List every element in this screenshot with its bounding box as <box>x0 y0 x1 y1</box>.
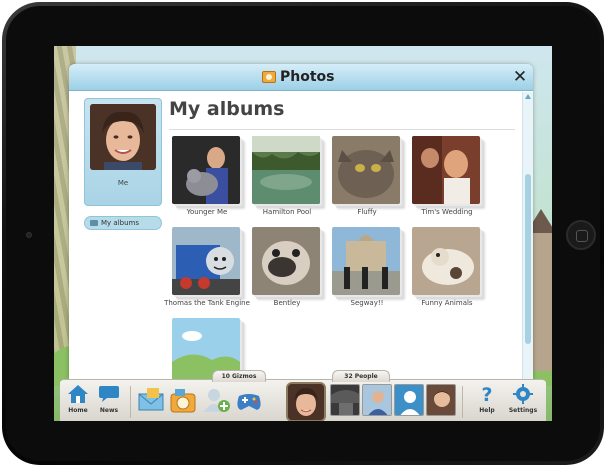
album-label: Hamilton Pool <box>262 208 312 216</box>
people-tab[interactable]: 32 People <box>332 370 390 382</box>
settings-label: Settings <box>508 407 538 414</box>
album-thumbnail[interactable] <box>252 227 320 295</box>
dock-separator <box>130 386 131 418</box>
home-hardware-button[interactable] <box>566 220 596 250</box>
photos-dialog: Photos ✕ Me My albums My albums Younger … <box>69 64 533 380</box>
album-thumbnail[interactable] <box>332 136 400 204</box>
settings-button[interactable]: Settings <box>506 384 540 420</box>
dialog-titlebar: Photos ✕ <box>69 64 533 91</box>
albums-content: My albums Younger Me Hamilton Pool Fluff… <box>164 92 521 380</box>
background-house <box>526 209 552 371</box>
scroll-thumb[interactable] <box>525 174 531 344</box>
profile-photo <box>90 104 156 170</box>
album-thumbnail[interactable] <box>172 227 240 295</box>
scroll-up-arrow[interactable] <box>525 94 531 99</box>
albums-sidebar: Me My albums <box>69 92 175 380</box>
news-button[interactable]: News <box>94 384 124 420</box>
scrollbar[interactable] <box>522 92 533 380</box>
front-camera <box>26 232 32 238</box>
home-button[interactable]: Home <box>63 384 93 420</box>
home-label: Home <box>68 407 88 414</box>
person-avatar[interactable] <box>330 384 360 416</box>
gamepad-icon <box>235 386 263 414</box>
help-label: Help <box>479 407 495 414</box>
album-icon <box>90 220 98 226</box>
profile-name: Me <box>117 179 129 187</box>
games-gizmo[interactable] <box>234 384 264 420</box>
person-avatar[interactable] <box>362 384 392 416</box>
album-label: Younger Me <box>186 208 228 216</box>
photos-gizmo[interactable] <box>168 384 198 420</box>
dialog-title: Photos <box>280 69 335 85</box>
add-friend-gizmo[interactable] <box>202 384 232 420</box>
bottom-dock: 10 Gizmos 32 People Home News ? Help Set… <box>60 370 546 421</box>
page-title: My albums <box>169 98 285 120</box>
album-thumbnail[interactable] <box>412 136 480 204</box>
album-label: Fluffy <box>357 208 377 216</box>
sidebar-item-label: My albums <box>101 219 139 227</box>
photos-icon <box>262 71 276 83</box>
sidebar-item-my-albums[interactable]: My albums <box>84 216 162 230</box>
news-label: News <box>99 407 119 414</box>
album-thumbnail[interactable] <box>172 136 240 204</box>
home-icon <box>67 384 89 404</box>
camera-icon <box>169 386 197 414</box>
news-icon <box>98 384 120 404</box>
my-profile-avatar[interactable] <box>286 382 326 421</box>
album-thumbnail[interactable] <box>252 136 320 204</box>
close-button[interactable]: ✕ <box>511 67 529 87</box>
person-avatar[interactable] <box>426 384 456 416</box>
help-button[interactable]: ? Help <box>472 384 502 420</box>
album-thumbnail[interactable] <box>332 227 400 295</box>
question-mark-icon: ? <box>476 384 498 406</box>
mail-icon <box>137 386 165 414</box>
profile-card[interactable]: Me <box>84 98 162 206</box>
album-label: Thomas the Tank Engine <box>164 299 250 307</box>
dock-separator <box>462 386 463 418</box>
mail-gizmo[interactable] <box>136 384 166 420</box>
album-label: Tim's Wedding <box>421 208 473 216</box>
album-label: Segway!! <box>350 299 384 307</box>
person-avatar[interactable] <box>394 384 424 416</box>
add-user-icon <box>203 386 231 414</box>
album-label: Bentley <box>273 299 301 307</box>
album-label: Funny Animals <box>421 299 473 307</box>
svg-text:?: ? <box>481 384 492 404</box>
app-screen: Photos ✕ Me My albums My albums Younger … <box>54 46 552 421</box>
divider <box>169 129 515 130</box>
gizmos-tab[interactable]: 10 Gizmos <box>212 370 266 382</box>
gear-icon <box>512 384 534 404</box>
album-thumbnail[interactable] <box>412 227 480 295</box>
